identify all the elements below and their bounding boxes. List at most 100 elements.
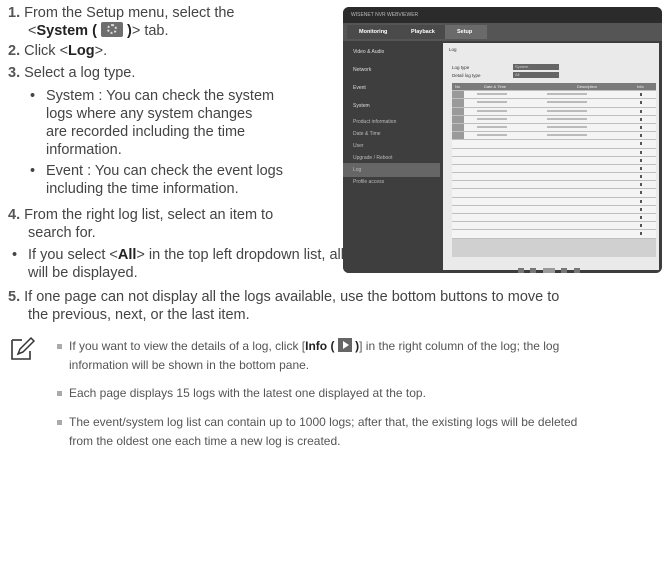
step-number: 4. xyxy=(8,207,21,223)
table-row[interactable] xyxy=(452,91,656,100)
step-1: 1. From the Setup menu, select the xyxy=(8,4,338,22)
log-panel: Log Log type System Detail log type All … xyxy=(443,43,659,273)
bullet-line: Event : You can check the event logs xyxy=(46,163,283,179)
setup-sidebar: Video & Audio Network Event System Produ… xyxy=(343,43,440,273)
table-header: No Date & Time Description Info xyxy=(452,83,656,92)
sidebar-item-network[interactable]: Network xyxy=(343,63,440,77)
table-row xyxy=(452,222,656,231)
table-row[interactable] xyxy=(452,115,656,124)
step-text: From the Setup menu, select the xyxy=(24,5,235,21)
note-text: If you want to view the details of a log… xyxy=(69,339,306,353)
bullet-event: • Event : You can check the event logs i… xyxy=(30,162,340,198)
table-row xyxy=(452,164,656,174)
main-tabs: Monitoring Playback Setup xyxy=(343,23,662,41)
table-row[interactable] xyxy=(452,107,656,116)
note-bullet xyxy=(57,391,62,396)
sidebar-item-system[interactable]: System xyxy=(343,99,440,113)
pager xyxy=(518,261,582,273)
step-text: From the right log list, select an item … xyxy=(24,207,274,223)
step-number: 3. xyxy=(8,65,21,81)
tab-playback[interactable]: Playback xyxy=(399,25,449,39)
note-line: from the oldest one each time a new log … xyxy=(69,434,341,448)
next-page-button[interactable] xyxy=(561,268,568,273)
gear-icon xyxy=(100,22,123,37)
sidebar-item-event[interactable]: Event xyxy=(343,81,440,95)
table-row xyxy=(452,230,656,239)
bullet-dot: • xyxy=(30,163,36,179)
prev-page-button[interactable] xyxy=(530,268,537,273)
dropdown-value: All xyxy=(515,72,520,77)
page-indicator xyxy=(542,268,555,273)
table-row xyxy=(452,214,656,223)
step-number: 1. xyxy=(8,5,21,21)
system-label: System ( xyxy=(36,23,97,39)
sidebar-item-profile-access[interactable]: Profile access xyxy=(343,175,440,189)
step-3: 3. Select a log type. xyxy=(8,64,135,82)
bullet-dot: • xyxy=(12,247,18,263)
play-arrow-icon xyxy=(337,338,352,352)
log-type-label: Log type xyxy=(452,65,470,70)
app-title: WISENET NVR WEBVIEWER xyxy=(351,12,419,18)
step-4-line2: search for. xyxy=(28,225,96,241)
table-row xyxy=(452,156,656,165)
step-text-end: >. xyxy=(94,43,108,59)
step-number: 5. xyxy=(8,289,21,305)
table-row xyxy=(452,181,656,190)
step-1-line2: <System ( )> tab. xyxy=(28,22,169,40)
step-5: 5. If one page can not display all the l… xyxy=(8,288,668,306)
table-row xyxy=(452,140,656,149)
note-info: If you want to view the details of a log… xyxy=(69,338,664,373)
table-row xyxy=(452,197,656,206)
bullet-line: information. xyxy=(46,142,122,158)
table-row xyxy=(452,189,656,198)
bullet-text: If you select < xyxy=(28,247,118,263)
panel-title: Log xyxy=(449,47,457,52)
log-label: Log xyxy=(68,43,95,59)
col-header: Date & Time xyxy=(484,84,507,89)
bullet-line: are recorded including the time xyxy=(46,124,246,140)
note-bullet xyxy=(57,420,62,425)
last-page-button[interactable] xyxy=(573,268,580,273)
note-pencil-icon xyxy=(11,336,35,360)
bullet-line: System : You can check the system xyxy=(46,88,275,104)
tab-setup[interactable]: Setup xyxy=(445,25,487,39)
detail-type-dropdown[interactable]: All xyxy=(513,72,559,78)
note-text-end: ] in the right column of the log; the lo… xyxy=(359,339,560,353)
log-table: No Date & Time Description Info xyxy=(452,83,656,257)
tab-word: > tab. xyxy=(131,23,169,39)
col-header: Description xyxy=(577,84,598,89)
webviewer-screenshot: WISENET NVR WEBVIEWER Monitoring Playbac… xyxy=(343,7,662,273)
table-row[interactable] xyxy=(452,132,656,141)
step-4: 4. From the right log list, select an it… xyxy=(8,206,338,224)
note-line: The event/system log list can contain up… xyxy=(69,415,578,429)
dropdown-value: System xyxy=(515,64,529,69)
bullet-dot: • xyxy=(30,88,36,104)
step-number: 2. xyxy=(8,43,21,59)
note-page-count: Each page displays 15 logs with the late… xyxy=(69,386,426,400)
step-text: If one page can not display all the logs… xyxy=(24,289,560,305)
all-label: All xyxy=(117,247,137,263)
tab-monitoring[interactable]: Monitoring xyxy=(347,25,405,39)
table-row[interactable] xyxy=(452,123,656,133)
note-line: information will be shown in the bottom … xyxy=(69,358,310,372)
step-text: Click < xyxy=(24,43,69,59)
table-row xyxy=(452,205,656,214)
note-log-limit: The event/system log list can contain up… xyxy=(69,414,667,449)
sidebar-item-video-audio[interactable]: Video & Audio xyxy=(343,45,440,59)
bullet-line: including the time information. xyxy=(46,181,239,197)
step-5-line2: the previous, next, or the last item. xyxy=(28,307,250,323)
table-row[interactable] xyxy=(452,99,656,108)
col-header: Info xyxy=(637,84,644,89)
title-bar: WISENET NVR WEBVIEWER xyxy=(343,7,662,23)
log-type-dropdown[interactable]: System xyxy=(513,64,559,70)
table-row xyxy=(452,173,656,182)
step-text: Select a log type. xyxy=(24,65,136,81)
bullet-system: • System : You can check the system logs… xyxy=(30,87,340,159)
table-row xyxy=(452,148,656,157)
info-label: Info ( xyxy=(305,339,335,353)
detail-pane xyxy=(452,238,656,257)
step-2: 2. Click <Log>. xyxy=(8,42,107,60)
detail-type-label: Detail log type xyxy=(452,73,481,78)
note-bullet xyxy=(57,344,62,349)
first-page-button[interactable] xyxy=(518,268,524,273)
